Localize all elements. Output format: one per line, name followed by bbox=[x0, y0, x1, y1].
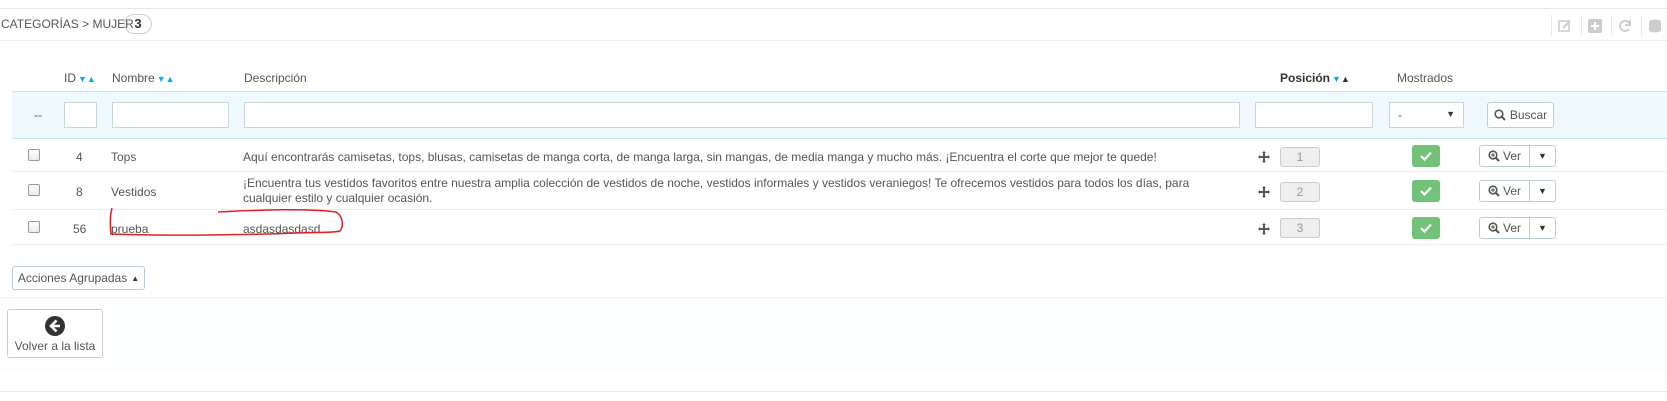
row-id: 8 bbox=[76, 185, 83, 199]
sort-icon[interactable]: ▼▲ bbox=[157, 74, 175, 84]
back-to-list-button[interactable]: Volver a la lista bbox=[7, 309, 103, 358]
sort-icon[interactable]: ▼▲ bbox=[1332, 74, 1350, 84]
description-filter-input[interactable] bbox=[244, 102, 1240, 128]
panel-footer: Volver a la lista bbox=[0, 297, 1667, 373]
zoom-in-icon bbox=[1488, 185, 1500, 197]
view-button[interactable]: Ver bbox=[1480, 146, 1530, 166]
database-icon[interactable] bbox=[1641, 15, 1667, 37]
column-description-header: Descripción bbox=[244, 71, 307, 85]
shown-toggle[interactable] bbox=[1412, 145, 1440, 167]
view-button-group: Ver ▼ bbox=[1479, 180, 1556, 202]
panel-heading: CATEGORÍAS > MUJER 3 bbox=[0, 9, 1667, 41]
position-filter-input[interactable] bbox=[1255, 102, 1373, 128]
id-filter-input[interactable] bbox=[64, 102, 97, 128]
bulk-actions-label: Acciones Agrupadas bbox=[17, 271, 128, 285]
view-dropdown-toggle[interactable]: ▼ bbox=[1530, 181, 1555, 201]
view-dropdown-toggle[interactable]: ▼ bbox=[1530, 218, 1555, 238]
search-icon bbox=[1494, 109, 1506, 121]
row-description: asdasdasdasd bbox=[243, 222, 321, 236]
search-button[interactable]: Buscar bbox=[1487, 102, 1554, 128]
zoom-in-icon bbox=[1488, 150, 1500, 162]
table-row[interactable]: 4 Tops Aquí encontrarás camisetas, tops,… bbox=[12, 139, 1667, 172]
position-value: 2 bbox=[1280, 182, 1320, 202]
column-position-header[interactable]: Posición ▼▲ bbox=[1280, 71, 1350, 85]
row-name: Vestidos bbox=[111, 185, 157, 199]
row-checkbox[interactable] bbox=[28, 149, 40, 161]
view-button-group: Ver ▼ bbox=[1479, 145, 1556, 167]
row-name: Tops bbox=[111, 150, 137, 164]
row-id: 56 bbox=[73, 222, 87, 236]
name-filter-input[interactable] bbox=[112, 102, 229, 128]
bulk-actions-button[interactable]: Acciones Agrupadas ▲ bbox=[12, 266, 145, 290]
toolbar-icons bbox=[1551, 15, 1667, 37]
edit-icon[interactable] bbox=[1551, 15, 1577, 37]
move-icon[interactable] bbox=[1258, 186, 1270, 198]
shown-toggle[interactable] bbox=[1412, 180, 1440, 202]
view-button[interactable]: Ver bbox=[1480, 218, 1530, 238]
row-checkbox[interactable] bbox=[28, 221, 40, 233]
search-button-label: Buscar bbox=[1509, 108, 1548, 122]
add-icon[interactable] bbox=[1581, 15, 1607, 37]
chevron-down-icon: ▼ bbox=[1446, 109, 1455, 119]
shown-toggle[interactable] bbox=[1412, 217, 1440, 239]
refresh-icon[interactable] bbox=[1611, 15, 1637, 37]
move-icon[interactable] bbox=[1258, 223, 1270, 235]
shown-filter-value: - bbox=[1398, 108, 1402, 122]
column-name-header[interactable]: Nombre ▼▲ bbox=[112, 71, 175, 85]
table-row[interactable]: 8 Vestidos ¡Encuentra tus vestidos favor… bbox=[12, 172, 1667, 210]
row-name: prueba bbox=[111, 222, 149, 236]
table-row[interactable]: 56 prueba asdasdasdasd 3 Ver ▼ bbox=[12, 210, 1667, 245]
check-icon bbox=[1420, 186, 1432, 196]
view-button-group: Ver ▼ bbox=[1479, 217, 1556, 239]
count-badge: 3 bbox=[124, 14, 152, 34]
view-button[interactable]: Ver bbox=[1480, 181, 1530, 201]
sort-icon[interactable]: ▼▲ bbox=[78, 74, 96, 84]
row-checkbox[interactable] bbox=[28, 184, 40, 196]
shown-filter-select[interactable]: - ▼ bbox=[1389, 102, 1464, 128]
arrow-left-circle-icon bbox=[45, 315, 65, 336]
row-id: 4 bbox=[76, 150, 83, 164]
caret-up-icon: ▲ bbox=[131, 273, 140, 283]
row-description: ¡Encuentra tus vestidos favoritos entre … bbox=[243, 176, 1190, 205]
zoom-in-icon bbox=[1488, 222, 1500, 234]
column-id-header[interactable]: ID ▼▲ bbox=[64, 71, 96, 85]
column-shown-header: Mostrados bbox=[1397, 71, 1454, 85]
position-value: 1 bbox=[1280, 147, 1320, 167]
check-icon bbox=[1420, 223, 1432, 233]
move-icon[interactable] bbox=[1258, 151, 1270, 163]
bulk-select-placeholder: -- bbox=[34, 108, 42, 122]
back-to-list-label: Volver a la lista bbox=[14, 338, 96, 353]
table-header: ID ▼▲ Nombre ▼▲ Descripción Posición ▼▲ Mos… bbox=[12, 47, 1667, 87]
view-dropdown-toggle[interactable]: ▼ bbox=[1530, 146, 1555, 166]
check-icon bbox=[1420, 151, 1432, 161]
breadcrumb: CATEGORÍAS > MUJER bbox=[1, 17, 134, 31]
row-description: Aquí encontrarás camisetas, tops, blusas… bbox=[243, 150, 1157, 164]
category-list-panel: CATEGORÍAS > MUJER 3 ID ▼▲ Nombre ▼▲ Descr… bbox=[0, 8, 1667, 392]
filter-row: -- - ▼ Buscar bbox=[12, 91, 1667, 139]
position-value: 3 bbox=[1280, 218, 1320, 238]
